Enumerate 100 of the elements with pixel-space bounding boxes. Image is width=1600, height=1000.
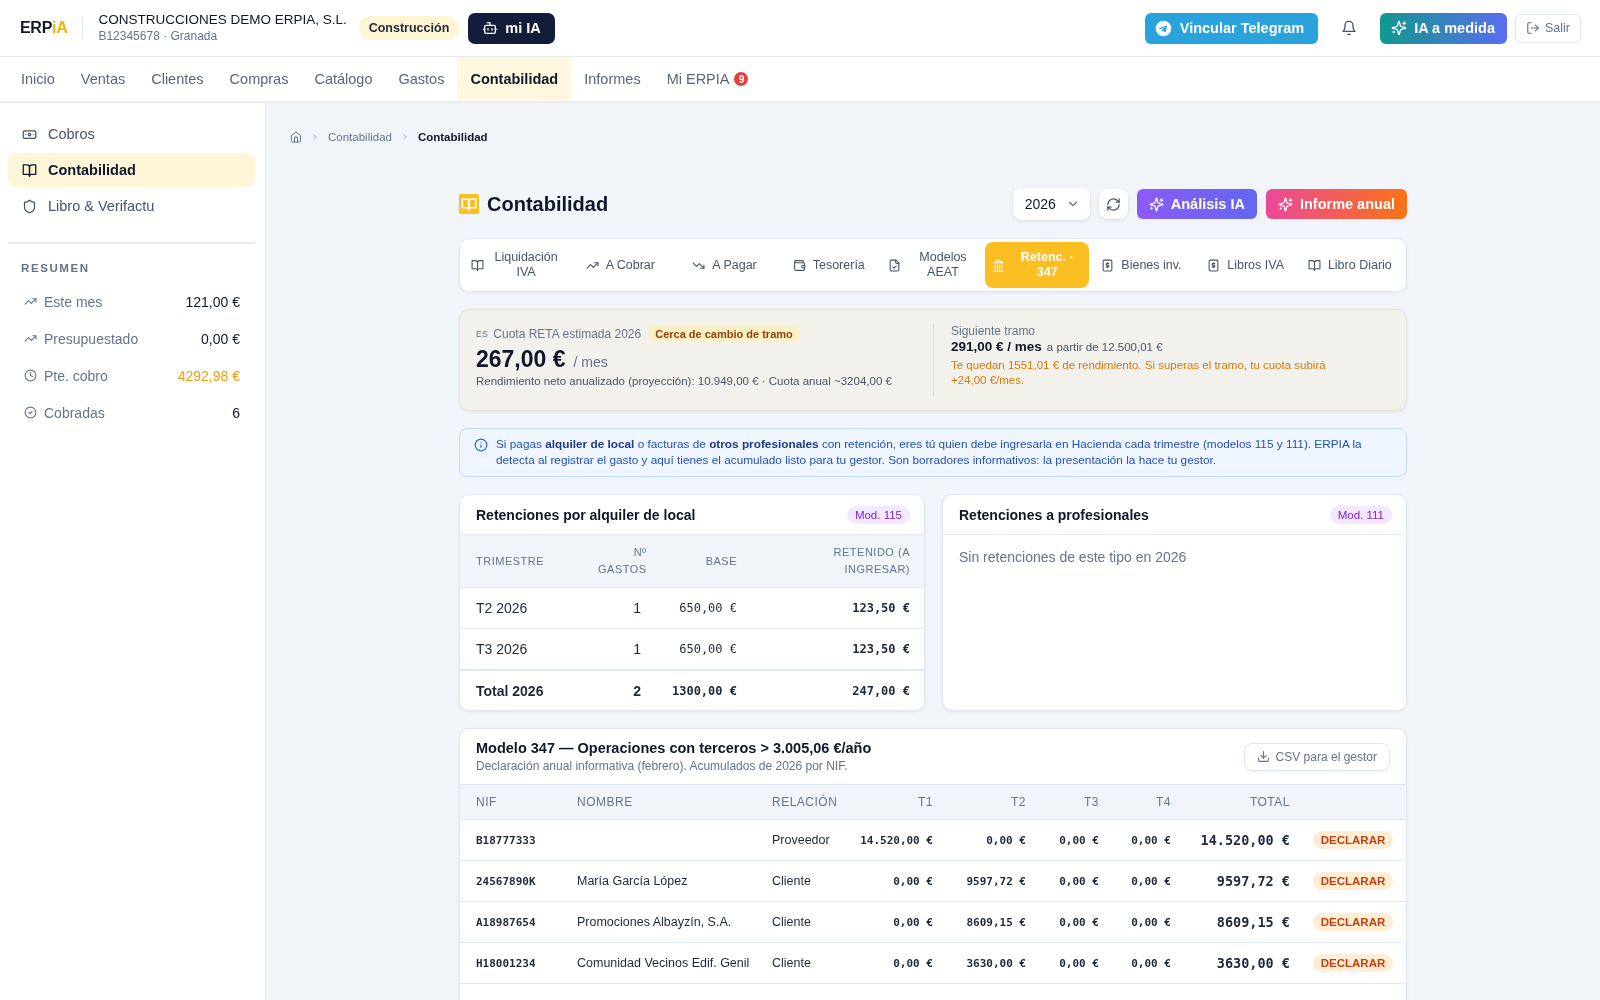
table-cell: 0,00 € <box>1107 942 1179 984</box>
next-bracket-label: Siguiente tramo <box>951 324 1037 338</box>
column-header: NIF <box>460 784 569 820</box>
summary-label: Pte. cobro <box>44 367 109 384</box>
table-cell: T3 2026 <box>460 628 590 670</box>
csv-download-button[interactable]: CSV para el gestor <box>1243 742 1390 771</box>
bracket-warning-text: Te quedan 1551,01 € de rendimiento. Si superas el tramo, tu cuota subirá +24,00 €/mes. <box>951 358 1327 388</box>
table-cell: 8609,15 € <box>1179 901 1298 943</box>
table-cell: Proveedor <box>764 819 849 861</box>
column-header: Nº GASTOS <box>598 545 647 577</box>
info-icon <box>474 438 488 452</box>
table-cell: A18987654 <box>460 901 569 943</box>
page-title: Contabilidad <box>487 192 609 216</box>
column-header: BASE <box>705 553 737 569</box>
section-tab[interactable]: Bienes inv. <box>1089 242 1194 288</box>
book-open-icon <box>22 162 37 178</box>
annual-report-button[interactable]: Informe anual <box>1265 189 1407 219</box>
nav-tab[interactable]: Informes <box>571 57 654 101</box>
table-cell: 0,00 € <box>1107 819 1179 861</box>
table-cell: 14.520,00 € <box>849 819 941 861</box>
year-select[interactable]: 2026 <box>1012 188 1090 220</box>
table-cell: B18777333 <box>460 819 569 861</box>
column-header: TOTAL <box>1179 784 1298 820</box>
table-cell: 9597,72 € <box>941 860 1034 902</box>
nav-tab[interactable]: Catálogo <box>301 57 386 101</box>
section-tab[interactable]: Libros IVA <box>1193 242 1298 288</box>
notification-count-badge: 9 <box>734 72 749 86</box>
breadcrumb-current: Contabilidad <box>417 131 488 143</box>
logout-button[interactable]: Salir <box>1515 13 1581 43</box>
section-tab[interactable]: Libro Diario <box>1297 242 1402 288</box>
nav-tab[interactable]: Clientes <box>138 57 217 101</box>
nav-tab[interactable]: Contabilidad <box>457 57 572 101</box>
model-badge: Mod. 111 <box>1329 505 1392 524</box>
column-header: T1 <box>849 784 941 820</box>
table-cell: 0,00 € <box>941 819 1034 861</box>
dollar-document-icon <box>1101 258 1115 272</box>
summary-value: 6 <box>232 404 240 421</box>
quota-unit: / mes <box>573 354 608 370</box>
sparkles-icon <box>1148 196 1164 212</box>
table-cell: 1 <box>590 587 649 629</box>
section-title: Modelo 347 — Operaciones con terceros > 3.005,06 €/año <box>476 740 872 756</box>
breadcrumb-link[interactable]: Contabilidad <box>328 131 392 143</box>
nav-tab[interactable]: Gastos <box>385 57 458 101</box>
section-tab[interactable]: Tesorería <box>776 242 881 288</box>
company-name: CONSTRUCCIONES DEMO ERPIA, S.L. <box>98 12 347 28</box>
table-cell: 9597,72 € <box>1179 860 1298 902</box>
table-cell: 1 <box>590 628 649 670</box>
total-cell: Total 2026 <box>460 670 590 710</box>
model-badge: Mod. 115 <box>846 505 910 524</box>
section-tab[interactable]: A Pagar <box>672 242 777 288</box>
status-badge: DECLARAR <box>1312 831 1394 849</box>
column-header: T2 <box>941 784 1034 820</box>
bell-icon[interactable] <box>1341 20 1358 36</box>
section-tab[interactable]: Modelos AEAT <box>880 242 986 288</box>
nav-tab[interactable]: Mi ERPIA 9 <box>653 57 762 101</box>
sparkles-icon <box>1391 20 1408 36</box>
refresh-icon <box>1105 196 1121 212</box>
empty-state-text: Sin retenciones de este tipo en 2026 <box>958 548 1188 567</box>
info-text: Si pagas alquiler de local o facturas de otros profesionales con retención, eres tú quien debe ingresarla en Hacienda cada trimestre (modelos 115 y 111). ERPIA la detecta al registrar el gasto y aquí tienes el acumulado listo para tu gestor. Son borradores informativos: la presentación la hace tu gestor. <box>496 437 1363 468</box>
table-cell: Cliente <box>764 942 849 984</box>
chevron-right-icon <box>310 132 320 142</box>
table-cell: 0,00 € <box>1034 819 1107 861</box>
nav-tab[interactable]: Ventas <box>67 57 139 101</box>
clock-icon <box>24 369 37 382</box>
nav-tab[interactable]: Compras <box>216 57 302 101</box>
table-cell: H18001234 <box>460 942 569 984</box>
table-cell: 123,50 € <box>745 587 924 629</box>
nav-tab[interactable]: Inicio <box>8 57 68 101</box>
table-cell: 650,00 € <box>649 628 745 670</box>
summary-heading: RESUMEN <box>21 261 91 275</box>
table-cell: 0,00 € <box>849 860 941 902</box>
card-title: Retenciones a profesionales <box>959 506 1149 523</box>
table-cell: 0,00 € <box>849 901 941 943</box>
table-cell: T2 2026 <box>460 587 590 629</box>
status-badge: DECLARAR <box>1312 913 1394 931</box>
trend-up-icon <box>24 295 37 308</box>
summary-label: Este mes <box>44 293 104 310</box>
home-icon[interactable] <box>290 131 302 143</box>
table-cell: 0,00 € <box>1034 860 1107 902</box>
check-circle-icon <box>24 406 37 419</box>
table-cell: 3630,00 € <box>941 942 1034 984</box>
column-header: T4 <box>1107 784 1179 820</box>
status-badge: DECLARAR <box>1312 872 1394 890</box>
custom-ai-button[interactable]: IA a medida <box>1380 12 1507 44</box>
book-open-icon <box>471 258 485 272</box>
section-tab[interactable]: Liquidación IVA <box>464 242 569 288</box>
sidebar-item[interactable]: Cobros <box>8 117 255 151</box>
column-header: T3 <box>1034 784 1107 820</box>
ai-analysis-button[interactable]: Análisis IA <box>1136 189 1257 219</box>
section-tab[interactable]: A Cobrar <box>568 242 673 288</box>
flag-label: ES <box>476 329 489 339</box>
brand-logo[interactable]: ERPiA <box>20 19 68 37</box>
table-cell: 650,00 € <box>649 587 745 629</box>
mi-ia-button[interactable]: mi IA <box>468 12 555 44</box>
next-bracket-amount: 291,00 € / mes <box>951 339 1042 354</box>
summary-value: 121,00 € <box>185 293 240 310</box>
sidebar-item[interactable]: Contabilidad <box>8 153 255 187</box>
sidebar-item[interactable]: Libro & Verifactu <box>8 189 255 223</box>
refresh-button[interactable] <box>1098 189 1128 219</box>
summary-value: 0,00 € <box>201 330 240 347</box>
